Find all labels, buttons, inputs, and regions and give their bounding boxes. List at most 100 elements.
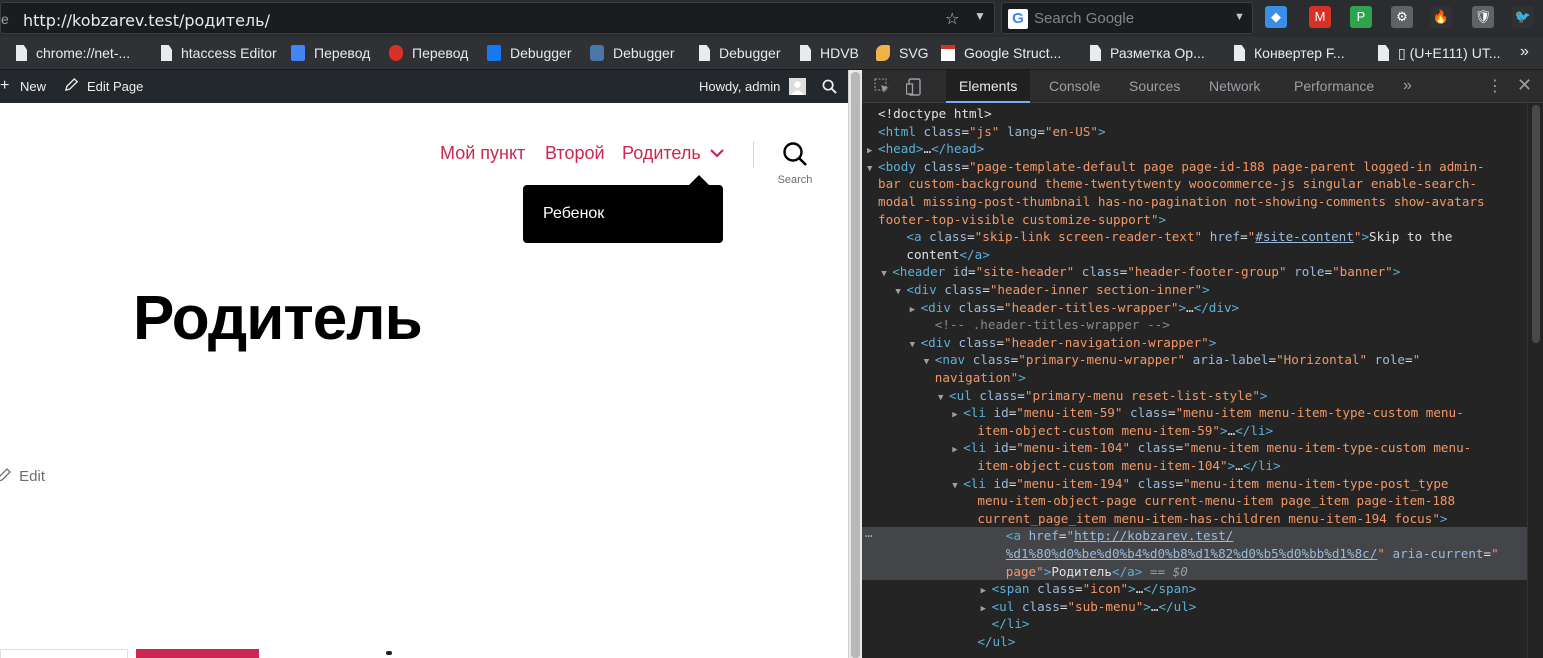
bookmark-label: SVG (899, 45, 929, 61)
device-toolbar-icon[interactable] (905, 78, 923, 96)
more-tabs-icon[interactable]: » (1403, 77, 1412, 95)
dom-tree-line[interactable]: %d1%80%d0%be%d0%b4%d0%b8%d1%82%d0%b5%d0%… (862, 545, 1527, 563)
bookmark-label: Debugger (613, 45, 675, 61)
vpn-extension-icon[interactable]: P (1350, 6, 1372, 28)
gmail-extension-icon[interactable]: M (1309, 6, 1331, 28)
rocket-icon (876, 45, 890, 61)
bookmark-item[interactable]: Конвертер F... (1234, 45, 1345, 63)
dom-tree-line[interactable]: <a href="http://kobzarev.test/ (862, 527, 1527, 545)
howdy-link[interactable]: Howdy, admin (699, 79, 780, 94)
dom-tree-line[interactable]: navigation"> (862, 369, 1527, 387)
devtools-scrollbar-thumb[interactable] (1532, 105, 1540, 343)
dom-tree-line[interactable]: bar custom-background theme-twentytwenty… (862, 175, 1527, 193)
bookmark-item[interactable]: Debugger (590, 45, 675, 63)
google-translate-icon (291, 45, 305, 61)
tab-elements[interactable]: Elements (946, 70, 1031, 103)
bookmark-item[interactable]: Перевод (291, 45, 370, 63)
bookmark-star-icon[interactable]: ☆ (945, 9, 963, 29)
tab-performance[interactable]: Performance (1281, 70, 1387, 103)
inspect-element-icon[interactable] (873, 78, 891, 96)
nav-link-roditel[interactable]: Родитель (622, 143, 701, 164)
dom-tree-line[interactable]: <!doctype html> (862, 105, 1527, 123)
wp-admin-bar: + New Edit Page Howdy, admin (0, 70, 848, 103)
nav-link-vtoroi[interactable]: Второй (545, 143, 605, 164)
dom-tree-line[interactable]: item-object-custom menu-item-59">…</li> (862, 422, 1527, 440)
search-box[interactable]: G Search Google ▼ (1001, 2, 1253, 34)
url-text[interactable]: http://kobzarev.test/родитель/ (23, 11, 270, 30)
doc-icon (699, 45, 710, 61)
dom-tree-line[interactable]: </ul> (862, 633, 1527, 651)
page-scrollbar-thumb[interactable] (851, 72, 860, 658)
doc-icon (16, 45, 27, 61)
new-link[interactable]: New (20, 79, 46, 94)
gear-extension-icon[interactable]: ⚙ (1391, 6, 1413, 28)
chevron-down-icon[interactable] (710, 143, 724, 166)
devtools-menu-icon[interactable]: ⋮ (1487, 76, 1503, 96)
bookmark-label: ▯ (U+E111) UT... (1398, 45, 1501, 61)
bird-extension-icon[interactable]: 🐦 (1512, 6, 1534, 28)
dom-tree-line[interactable]: <!-- .header-titles-wrapper --> (862, 316, 1527, 334)
partial-button[interactable] (136, 649, 259, 658)
devtools-scrollbar[interactable] (1527, 103, 1543, 658)
tab-network[interactable]: Network (1196, 70, 1273, 103)
tab-console[interactable]: Console (1036, 70, 1113, 103)
site-search-button[interactable]: Search (770, 141, 820, 191)
flame-extension-icon[interactable]: 🔥 (1430, 6, 1452, 28)
bookmark-item[interactable]: Debugger (699, 45, 781, 63)
submenu-item-rebenok[interactable]: Ребенок (543, 205, 604, 223)
google-icon: G (1008, 9, 1028, 29)
cube-extension-icon[interactable]: ◆ (1265, 6, 1287, 28)
dom-tree-line[interactable]: current_page_item menu-item-has-children… (862, 510, 1527, 528)
devtools-panel: Elements Console Sources Network Performance… (862, 70, 1543, 658)
dom-tree-line[interactable]: footer-top-visible customize-support"> (862, 211, 1527, 229)
page-scrollbar[interactable] (848, 70, 862, 658)
submenu: Ребенок (523, 185, 723, 243)
url-prefix: e (1, 11, 9, 27)
dom-tree-line[interactable]: <a class="skip-link screen-reader-text" … (862, 228, 1527, 246)
pencil-icon (64, 77, 79, 95)
admin-search-icon[interactable] (822, 79, 837, 97)
dom-tree-line[interactable]: menu-item-object-page current-menu-item … (862, 492, 1527, 510)
bookmark-label: Debugger (719, 45, 781, 61)
bookmark-item[interactable]: Разметка Ор... (1090, 45, 1205, 63)
web-page: Мой пункт Второй Родитель Search Ребенок… (0, 103, 848, 658)
bookmark-item[interactable]: SVG (876, 45, 929, 63)
bookmark-item[interactable]: htaccess Editor (161, 45, 277, 63)
dom-tree-line[interactable]: item-object-custom menu-item-104">…</li> (862, 457, 1527, 475)
dom-tree-line[interactable]: </li> (862, 615, 1527, 633)
bookmark-label: htaccess Editor (181, 45, 277, 61)
nav-link-moi-punkt[interactable]: Мой пункт (440, 143, 525, 164)
bookmark-item[interactable]: Google Struct... (941, 45, 1061, 63)
bookmark-item[interactable]: Перевод (389, 45, 468, 63)
avatar[interactable] (789, 78, 806, 95)
doc-icon (800, 45, 811, 61)
translate-a-icon (389, 45, 403, 61)
edit-link[interactable]: Edit (0, 468, 45, 485)
nav-separator (753, 141, 754, 168)
selected-node-dots-icon[interactable]: … (865, 524, 873, 542)
search-placeholder[interactable]: Search Google (1034, 10, 1134, 27)
dom-tree-line[interactable]: page">Родитель</a> == $0 (862, 562, 1527, 581)
tab-sources[interactable]: Sources (1116, 70, 1193, 103)
url-dropdown-icon[interactable]: ▼ (974, 9, 990, 29)
dom-tree-line[interactable]: <html class="js" lang="en-US"> (862, 123, 1527, 141)
bookmark-item[interactable]: HDVB (800, 45, 859, 63)
doc-icon (161, 45, 172, 61)
bookmark-item[interactable]: ▯ (U+E111) UT... (1378, 45, 1501, 63)
bookmark-item[interactable]: chrome://net-... (16, 45, 130, 63)
address-bar[interactable]: e http://kobzarev.test/родитель/ ☆ ▼ (0, 2, 995, 34)
bookmarks-more-icon[interactable]: » (1520, 43, 1529, 61)
bookmark-label: Конвертер F... (1254, 45, 1345, 61)
shield-extension-icon[interactable]: 🛡 (1472, 6, 1494, 28)
dom-tree-line[interactable]: content</a> (862, 246, 1527, 264)
screen: e http://kobzarev.test/родитель/ ☆ ▼ G S… (0, 0, 1543, 658)
bookmark-item[interactable]: Debugger (487, 45, 572, 63)
edit-page-link[interactable]: Edit Page (87, 79, 143, 94)
dom-tree-line[interactable]: modal missing-post-thumbnail has-no-pagi… (862, 193, 1527, 211)
bookmark-label: HDVB (820, 45, 859, 61)
search-dropdown-icon[interactable]: ▼ (1234, 11, 1245, 23)
bookmark-label: Debugger (510, 45, 572, 61)
close-icon[interactable]: ✕ (1517, 75, 1532, 96)
partial-input[interactable] (0, 649, 128, 658)
plus-icon[interactable]: + (0, 77, 9, 95)
